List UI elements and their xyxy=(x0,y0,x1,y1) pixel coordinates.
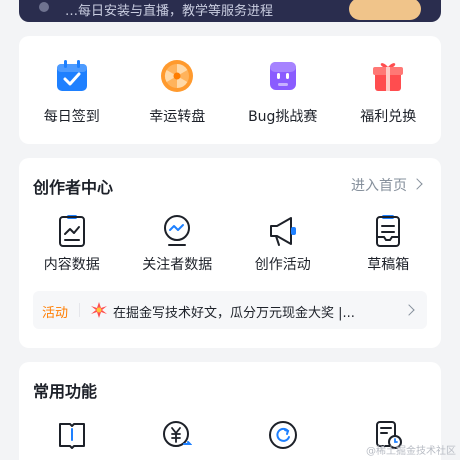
activity-text: 在掘金写技术好文，瓜分万元现金大奖 |... xyxy=(113,306,355,321)
quick-action-label: 每日签到 xyxy=(43,109,100,125)
banner-button[interactable] xyxy=(349,0,421,20)
quick-actions-card: 每日签到 幸运转盘 Bug挑战赛 福利兑换 xyxy=(19,36,441,144)
quick-action-checkin[interactable]: 每日签到 xyxy=(19,36,125,144)
megaphone-icon xyxy=(269,217,296,246)
yuan-exchange-icon xyxy=(163,421,193,447)
activity-banner[interactable]: 活动 在掘金写技术好文，瓜分万元现金大奖 |... xyxy=(33,291,427,329)
spark-icon xyxy=(91,302,107,318)
lucky-wheel-icon xyxy=(161,60,194,92)
quick-action-rewards[interactable]: 福利兑换 xyxy=(336,36,442,144)
content-data-icon xyxy=(58,215,85,247)
function-item-book[interactable] xyxy=(19,362,125,460)
activity-divider xyxy=(79,303,80,317)
banner-text: …每日安装与直播，教学等服务进程 xyxy=(65,4,274,19)
refresh-circle-icon xyxy=(268,421,297,449)
chevron-right-icon xyxy=(403,304,415,316)
watermark: @稀土掘金技术社区 xyxy=(366,446,456,457)
quick-action-label: Bug挑战赛 xyxy=(248,109,318,125)
function-item-refresh[interactable] xyxy=(230,362,336,460)
banner-icon xyxy=(39,2,49,12)
calendar-check-icon xyxy=(56,60,87,91)
creator-center-card: 创作者中心 进入首页 内容数据 关注者数据 创作活动 草稿箱 活动 在掘金写技术… xyxy=(19,158,441,348)
creator-item-label: 关注者数据 xyxy=(142,257,213,273)
gift-box-icon xyxy=(373,63,404,91)
bug-robot-icon xyxy=(269,62,296,90)
top-banner[interactable]: …每日安装与直播，教学等服务进程 xyxy=(19,0,441,22)
quick-action-wheel[interactable]: 幸运转盘 xyxy=(125,36,231,144)
quick-action-bug-challenge[interactable]: Bug挑战赛 xyxy=(230,36,336,144)
drafts-icon xyxy=(376,215,401,247)
quick-action-label: 幸运转盘 xyxy=(149,109,206,125)
function-item-exchange[interactable] xyxy=(125,362,231,460)
quick-action-label: 福利兑换 xyxy=(360,109,417,125)
book-icon xyxy=(58,423,85,449)
creator-item-label: 草稿箱 xyxy=(367,257,410,273)
creator-item-label: 创作活动 xyxy=(254,257,311,273)
activity-tag: 活动 xyxy=(42,306,69,321)
creator-item-label: 内容数据 xyxy=(43,257,100,273)
follower-data-icon xyxy=(164,215,191,246)
